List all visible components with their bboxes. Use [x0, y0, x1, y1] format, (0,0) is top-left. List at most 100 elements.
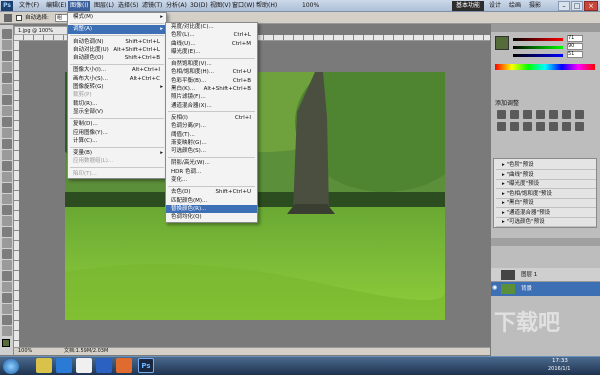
zoom-level[interactable]: 100%	[300, 1, 321, 11]
adjust-menu-item[interactable]: 曝光度(E)...	[166, 48, 257, 56]
adjustment-icon[interactable]	[523, 122, 532, 131]
tool-icon[interactable]	[2, 326, 12, 336]
browser-icon[interactable]	[56, 358, 72, 373]
maximize-icon[interactable]: □	[571, 1, 583, 11]
adjust-menu-item[interactable]: 曲线(U)... Ctrl+M	[166, 40, 257, 48]
tool-icon[interactable]	[2, 62, 12, 72]
tool-icon[interactable]	[2, 29, 12, 39]
workspace-essentials[interactable]: 基本功能	[452, 1, 485, 11]
color-slider-b[interactable]	[513, 54, 563, 57]
adjust-menu-item[interactable]: 自然饱和度(V)...	[166, 60, 257, 68]
image-menu-item[interactable]: 自动颜色(O) Shift+Ctrl+B	[68, 54, 166, 62]
layer-row[interactable]: 图层 1	[491, 268, 600, 282]
adjustment-icon[interactable]	[523, 110, 532, 119]
tool-icon[interactable]	[2, 95, 12, 105]
tool-icon[interactable]	[2, 139, 12, 149]
foreground-color-swatch[interactable]	[495, 36, 509, 50]
color-value-b[interactable]: 51	[567, 51, 583, 58]
preset-item[interactable]: ▸ "色阶"预设	[496, 161, 596, 170]
workspace-painting[interactable]: 绘画	[505, 1, 525, 11]
adjustment-icon[interactable]	[497, 122, 506, 131]
tool-icon[interactable]	[2, 249, 12, 259]
image-menu-item[interactable]: 图像旋转(G) ▸	[68, 83, 166, 91]
preset-item[interactable]: ▸ "色相/饱和度"预设	[496, 190, 596, 199]
preset-item[interactable]: ▸ "黑白"预设	[496, 199, 596, 208]
tool-icon[interactable]	[2, 216, 12, 226]
adjust-menu-item[interactable]: 反相(I) Ctrl+I	[166, 114, 257, 122]
layer-row-selected[interactable]: ◉ 背景	[491, 282, 600, 296]
tool-icon[interactable]	[2, 282, 12, 292]
image-menu-item[interactable]: 应用图像(Y)...	[68, 129, 166, 137]
color-value-g[interactable]: 90	[567, 43, 583, 50]
adjust-menu-item[interactable]: 色彩平衡(B)... Ctrl+B	[166, 77, 257, 85]
foreground-color-icon[interactable]	[2, 339, 10, 347]
tool-icon[interactable]	[2, 183, 12, 193]
adjust-menu-item[interactable]: 色调均化(Q)	[166, 213, 257, 221]
adjust-menu-item[interactable]: 色阶(L)... Ctrl+L	[166, 31, 257, 39]
menu-edit[interactable]: 编辑(E)	[44, 1, 68, 11]
tool-icon[interactable]	[2, 106, 12, 116]
preset-item[interactable]: ▸ "曝光度"预设	[496, 180, 596, 189]
photoshop-taskbar-icon[interactable]: Ps	[138, 358, 154, 373]
image-menu-item[interactable]: 模式(M) ▸	[68, 13, 166, 21]
preset-item[interactable]: ▸ "曲线"预设	[496, 171, 596, 180]
image-menu-item[interactable]: 图像大小(I)... Alt+Ctrl+I	[68, 66, 166, 74]
tool-icon[interactable]	[2, 238, 12, 248]
image-menu-item[interactable]: 计算(C)...	[68, 137, 166, 145]
adjustment-icon[interactable]	[575, 122, 584, 131]
preset-item[interactable]: ▸ "可选颜色"预设	[496, 218, 596, 227]
minimize-icon[interactable]: –	[558, 1, 570, 11]
image-menu-item[interactable]: 画布大小(S)... Alt+Ctrl+C	[68, 75, 166, 83]
menu-analysis[interactable]: 分析(A)	[164, 1, 189, 11]
adjustment-icon[interactable]	[562, 110, 571, 119]
adjust-menu-item[interactable]: 通道混合器(X)...	[166, 102, 257, 110]
folder-icon[interactable]	[36, 358, 52, 373]
image-menu-item[interactable]: 裁切(R)...	[68, 100, 166, 108]
image-menu-item[interactable]: 变量(B) ▸	[68, 149, 166, 157]
image-menu-item[interactable]: 自动色调(N) Shift+Ctrl+L	[68, 38, 166, 46]
tool-icon[interactable]	[2, 271, 12, 281]
tool-icon[interactable]	[2, 161, 12, 171]
eye-icon[interactable]: ◉	[492, 285, 498, 291]
image-menu-item[interactable]: 复制(D)...	[68, 120, 166, 128]
start-button-icon[interactable]	[3, 359, 19, 374]
preset-item[interactable]: ▸ "通道混合器"预设	[496, 209, 596, 218]
image-menu-item[interactable]: 显示全部(V)	[68, 108, 166, 116]
document-tab[interactable]: 1.jpg @ 100% (RGB/8)	[14, 26, 74, 42]
tool-icon[interactable]	[2, 227, 12, 237]
color-value-r[interactable]: 71	[567, 35, 583, 42]
tool-icon[interactable]	[2, 205, 12, 215]
adjust-menu-item[interactable]: 色相/饱和度(H)... Ctrl+U	[166, 68, 257, 76]
adjust-menu-item[interactable]: 阈值(T)...	[166, 131, 257, 139]
tool-icon[interactable]	[2, 315, 12, 325]
tool-icon[interactable]	[2, 73, 12, 83]
menu-window[interactable]: 窗口(W)	[230, 1, 257, 11]
app-icon[interactable]	[76, 358, 92, 373]
adjustment-icon[interactable]	[510, 122, 519, 131]
adjust-menu-item[interactable]: 黑白(K)... Alt+Shift+Ctrl+B	[166, 85, 257, 93]
tool-icon[interactable]	[2, 128, 12, 138]
menu-image[interactable]: 图像(I)	[68, 1, 91, 11]
adjust-menu-item[interactable]: HDR 色调...	[166, 168, 257, 176]
adjust-menu-item[interactable]: 阴影/高光(W)...	[166, 159, 257, 167]
adjustment-icon[interactable]	[510, 110, 519, 119]
adjustment-icon[interactable]	[575, 110, 584, 119]
workspace-design[interactable]: 设计	[485, 1, 505, 11]
adjustment-icon[interactable]	[549, 110, 558, 119]
auto-select-checkbox[interactable]	[16, 15, 22, 21]
adjust-menu-item[interactable]: 匹配颜色(M)...	[166, 197, 257, 205]
color-slider-r[interactable]	[513, 38, 563, 41]
tool-icon[interactable]	[2, 150, 12, 160]
tool-icon[interactable]	[2, 117, 12, 127]
image-menu-item[interactable]: 自动对比度(U) Alt+Shift+Ctrl+L	[68, 46, 166, 54]
tool-icon[interactable]	[2, 40, 12, 50]
image-menu-item[interactable]: 调整(A) ▸	[68, 25, 166, 34]
tool-icon[interactable]	[2, 84, 12, 94]
menu-3d[interactable]: 3D(D)	[188, 1, 210, 11]
adjust-menu-item[interactable]: 可选颜色(S)...	[166, 147, 257, 155]
tool-icon[interactable]	[2, 172, 12, 182]
tool-icon[interactable]	[2, 194, 12, 204]
adjustment-icon[interactable]	[536, 110, 545, 119]
color-slider-g[interactable]	[513, 46, 563, 49]
adjust-menu-item[interactable]: 色调分离(P)...	[166, 122, 257, 130]
